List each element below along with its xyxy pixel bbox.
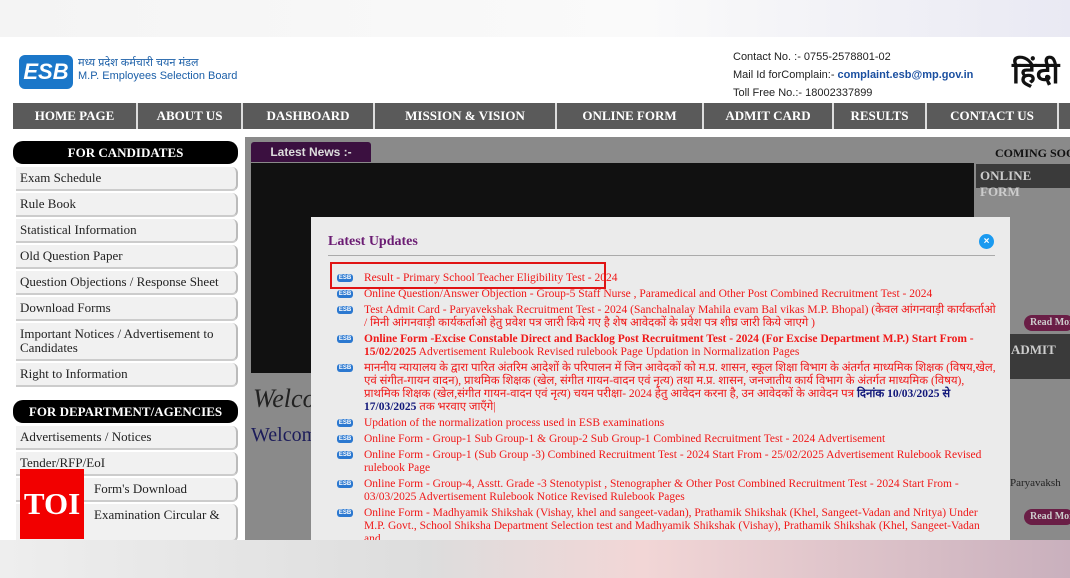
latest-news-tab[interactable]: Latest News :-	[251, 142, 371, 162]
sidebar-item[interactable]: Old Question Paper	[16, 245, 238, 269]
list-item[interactable]: ESB Result - Primary School Teacher Eligi…	[333, 272, 998, 285]
list-item[interactable]: ESB Online Form -Excise Constable Direct …	[333, 333, 998, 359]
nav-contact[interactable]: CONTACT US	[927, 103, 1059, 129]
sidebar-item[interactable]: Download Forms	[16, 297, 238, 321]
phone: Contact No. :- 0755-2578801-02	[733, 51, 891, 63]
contact-info: Contact No. :- 0755-2578801-02 Mail Id f…	[733, 48, 973, 102]
list-item[interactable]: ESB Online Form - Madhyamik Shikshak (Vis…	[333, 507, 998, 540]
nav-admit-card[interactable]: ADMIT CARD	[704, 103, 834, 129]
mail-label: Mail Id forComplain:-	[733, 69, 835, 81]
nav-about[interactable]: ABOUT US	[138, 103, 243, 129]
item-text: Online Form - Madhyamik Shikshak (Vishay…	[364, 507, 980, 540]
nav-online-form[interactable]: ONLINE FORM	[557, 103, 704, 129]
list-item[interactable]: ESB Online Question/Answer Objection - Gr…	[333, 288, 998, 301]
item-text: Online Form - Group-1 (Sub Group -3) Com…	[364, 449, 982, 474]
welcome-script: Welco	[253, 384, 316, 413]
esb-icon: ESB	[337, 509, 353, 517]
item-text: Result - Primary School Teacher Eligibil…	[364, 272, 618, 284]
read-more-button[interactable]: Read More	[1024, 509, 1070, 525]
list-item[interactable]: ESB Online Form - Group-1 Sub Group-1 & G…	[333, 433, 998, 446]
org-name: मध्य प्रदेश कर्मचारी चयन मंडल M.P. Employ…	[78, 57, 237, 83]
updates-list: ESB Result - Primary School Teacher Eligi…	[333, 272, 998, 540]
esb-icon: ESB	[337, 306, 353, 314]
list-item[interactable]: ESB Test Admit Card - Paryavekshak Recrui…	[333, 304, 998, 330]
item-text: Test Admit Card - Paryavekshak Recruitme…	[364, 304, 996, 329]
sidebar-item[interactable]: Advertisements / Notices	[16, 426, 238, 450]
list-item[interactable]: ESB Online Form - Group-4, Asstt. Grade -…	[333, 478, 998, 504]
blurred-top	[0, 0, 1070, 37]
esb-icon: ESB	[337, 274, 353, 282]
mail-link[interactable]: complaint.esb@mp.gov.in	[838, 69, 974, 81]
esb-icon: ESB	[337, 419, 353, 427]
sidebar-item[interactable]: Right to Information	[16, 363, 238, 387]
sidebar-item[interactable]: Statistical Information	[16, 219, 238, 243]
esb-icon: ESB	[337, 290, 353, 298]
welcome-heading: Welcom	[251, 424, 318, 446]
online-form-panel: ONLINE FORM	[976, 164, 1070, 199]
hindi-language-toggle[interactable]: हिंदी	[1012, 51, 1059, 92]
item-tail: तक भरवाए जाएँगे|	[419, 401, 496, 413]
esb-icon: ESB	[337, 335, 353, 343]
nav-home[interactable]: HOME PAGE	[13, 103, 138, 129]
esb-icon: ESB	[337, 480, 353, 488]
item-links[interactable]: Advertisement Rulebook Revised rulebook …	[419, 346, 800, 358]
read-more-button[interactable]: Read More	[1024, 315, 1070, 331]
nav-mission[interactable]: MISSION & VISION	[375, 103, 557, 129]
list-item[interactable]: ESB Online Form - Group-1 (Sub Group -3) …	[333, 449, 998, 475]
item-text: Online Question/Answer Objection - Group…	[364, 288, 933, 300]
modal-title: Latest Updates	[328, 234, 418, 249]
toi-watermark-logo: TOI	[20, 469, 84, 539]
tollfree: Toll Free No.:- 18002337899	[733, 87, 873, 99]
nav-dashboard[interactable]: DASHBOARD	[243, 103, 375, 129]
close-icon[interactable]: ×	[979, 234, 994, 249]
nav-results[interactable]: RESULTS	[834, 103, 927, 129]
dept-heading: FOR DEPARTMENT/AGENCIES	[13, 400, 238, 423]
item-text: Online Form - Group-1 Sub Group-1 & Grou…	[364, 433, 886, 445]
list-item[interactable]: ESB माननीय न्यायालय के द्वारा पारित अंतरि…	[333, 362, 998, 414]
divider	[328, 255, 995, 256]
sidebar-item[interactable]: Question Objections / Response Sheet	[16, 271, 238, 295]
org-name-hindi: मध्य प्रदेश कर्मचारी चयन मंडल	[78, 57, 199, 69]
list-item[interactable]: ESB Updation of the normalization process…	[333, 417, 998, 430]
site-header: ESB मध्य प्रदेश कर्मचारी चयन मंडल M.P. Em…	[0, 37, 1070, 103]
blurred-bottom	[0, 540, 1070, 578]
esb-icon: ESB	[337, 451, 353, 459]
sidebar-item[interactable]: Exam Schedule	[16, 167, 238, 191]
org-name-english: M.P. Employees Selection Board	[78, 70, 238, 82]
side-text: Paryavaksh	[1010, 477, 1061, 489]
latest-updates-modal: Latest Updates × ESB Result - Primary Sch…	[311, 217, 1010, 540]
esb-icon: ESB	[337, 435, 353, 443]
coming-soon: COMING SOON	[995, 146, 1070, 160]
esb-icon: ESB	[337, 364, 353, 372]
item-text: Updation of the normalization process us…	[364, 417, 665, 429]
main-nav: HOME PAGE ABOUT US DASHBOARD MISSION & V…	[13, 103, 1070, 129]
esb-logo[interactable]: ESB	[19, 55, 73, 89]
sidebar-item[interactable]: Rule Book	[16, 193, 238, 217]
sidebar-item[interactable]: Important Notices / Advertisement to Can…	[16, 323, 238, 361]
mail-line: Mail Id forComplain:- complaint.esb@mp.g…	[733, 66, 973, 84]
item-text: Online Form - Group-4, Asstt. Grade -3 S…	[364, 478, 959, 503]
candidates-heading: FOR CANDIDATES	[13, 141, 238, 164]
